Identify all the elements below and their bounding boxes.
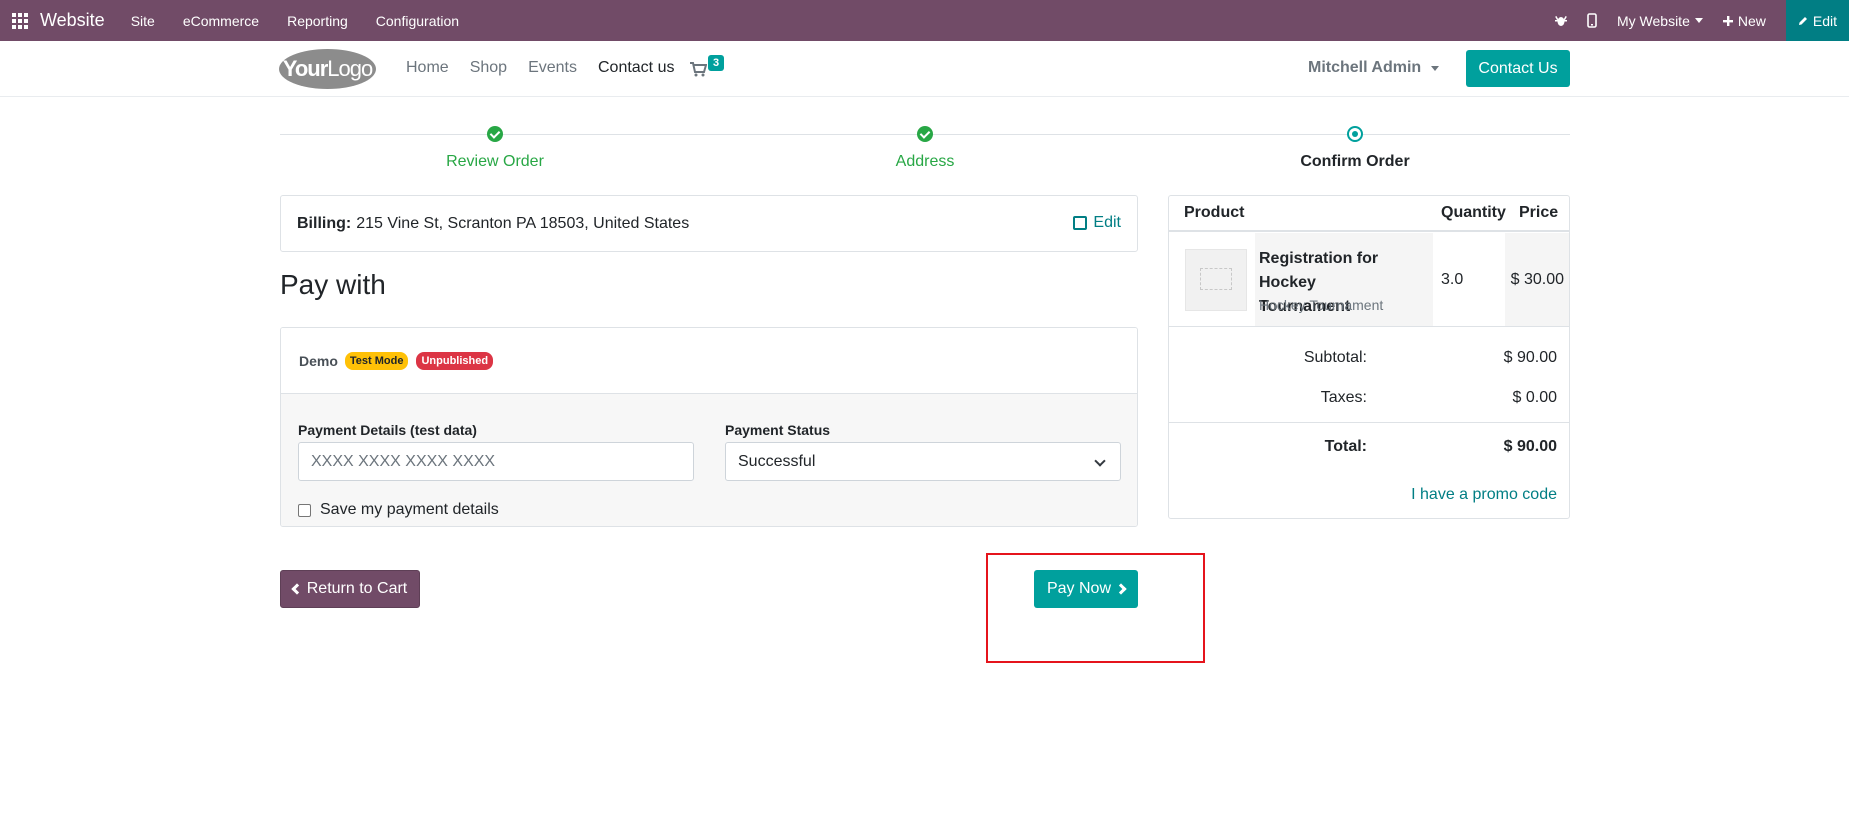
website-selector[interactable]: My Website xyxy=(1617,13,1703,29)
save-payment-row: Save my payment details xyxy=(298,501,499,519)
bug-icon xyxy=(1554,16,1567,26)
apps-menu-button[interactable] xyxy=(0,0,40,41)
step-review-order[interactable]: Review Order xyxy=(446,153,544,171)
product-image-placeholder xyxy=(1200,268,1232,290)
step-confirm-order: Confirm Order xyxy=(1300,153,1410,170)
subtotal-value: $ 90.00 xyxy=(1503,349,1557,366)
billing-address-card: Billing: 215 Vine St, Scranton PA 18503,… xyxy=(280,195,1138,252)
debug-bug-button[interactable] xyxy=(1554,14,1567,27)
payment-method-card: Demo Test Mode Unpublished Payment Detai… xyxy=(280,327,1138,527)
totals-divider xyxy=(1169,422,1569,423)
user-menu[interactable]: Mitchell Admin xyxy=(1308,59,1440,77)
mobile-icon xyxy=(1587,13,1597,28)
order-summary: Product Quantity Price Registration for … xyxy=(1168,195,1570,519)
step-check-icon xyxy=(487,126,503,142)
return-to-cart-button[interactable]: Return to Cart xyxy=(280,570,420,608)
payment-status-select[interactable]: Successful xyxy=(725,442,1121,481)
billing-address: 215 Vine St, Scranton PA 18503, United S… xyxy=(356,214,690,232)
menu-ecommerce[interactable]: eCommerce xyxy=(183,13,259,29)
plus-icon xyxy=(1722,15,1733,26)
payment-provider-row[interactable]: Demo Test Mode Unpublished xyxy=(281,328,1137,394)
pay-with-title: Pay with xyxy=(280,269,386,300)
nav-home[interactable]: Home xyxy=(406,59,449,77)
apps-grid-icon xyxy=(12,12,28,29)
menu-configuration[interactable]: Configuration xyxy=(376,13,459,29)
cart-button[interactable]: 3 xyxy=(690,55,730,79)
nav-contact-us[interactable]: Contact us xyxy=(598,59,674,77)
payment-details-label: Payment Details (test data) xyxy=(298,422,477,438)
company-logo[interactable]: Your Logo xyxy=(279,49,376,89)
contact-us-button[interactable]: Contact Us xyxy=(1466,50,1570,87)
payment-form: Payment Details (test data) XXXX XXXX XX… xyxy=(281,394,1137,526)
total-value: $ 90.00 xyxy=(1503,438,1557,455)
website-selector-label: My Website xyxy=(1616,12,1690,29)
admin-brand[interactable]: Website xyxy=(40,10,105,31)
shopping-cart-icon xyxy=(690,62,707,77)
return-to-cart-label: Return to Cart xyxy=(306,580,408,597)
product-quantity: 3.0 xyxy=(1441,271,1464,288)
test-mode-badge: Test Mode xyxy=(344,351,409,370)
unpublished-badge: Unpublished xyxy=(416,351,494,370)
edit-billing-link[interactable]: Edit xyxy=(1073,214,1121,232)
new-button-label: New xyxy=(1737,12,1766,29)
step-check-icon xyxy=(917,126,933,142)
subtotal-label: Subtotal: xyxy=(1303,349,1367,366)
step-address[interactable]: Address xyxy=(896,153,955,171)
payment-status-label: Payment Status xyxy=(725,422,831,438)
nav-events[interactable]: Events xyxy=(528,59,577,77)
col-price: Price xyxy=(1519,204,1559,221)
admin-top-bar: Website Site eCommerce Reporting Configu… xyxy=(0,0,1849,41)
user-name: Mitchell Admin xyxy=(1308,59,1422,76)
website-header: Your Logo Home Shop Events Contact us 3 M… xyxy=(0,41,1849,97)
nav-shop[interactable]: Shop xyxy=(470,59,507,77)
logo-text-rest: Logo xyxy=(327,56,373,81)
edit-website-button[interactable]: Edit xyxy=(1785,0,1849,41)
summary-header: Product Quantity Price xyxy=(1169,196,1569,232)
cart-count-badge: 3 xyxy=(708,55,725,71)
chevron-left-icon xyxy=(291,583,303,595)
new-button[interactable]: New xyxy=(1722,12,1766,29)
product-thumbnail xyxy=(1185,249,1247,311)
edit-billing-label: Edit xyxy=(1093,214,1121,231)
caret-down-icon xyxy=(1694,18,1703,23)
caret-down-icon xyxy=(1431,65,1440,71)
promo-code-link[interactable]: I have a promo code xyxy=(1411,486,1557,504)
product-price: $ 30.00 xyxy=(1510,271,1564,288)
main-nav: Home Shop Events Contact us xyxy=(406,59,695,77)
total-label: Total: xyxy=(1324,438,1367,455)
save-payment-checkbox[interactable] xyxy=(298,503,311,517)
mobile-preview-button[interactable] xyxy=(1587,13,1597,28)
col-product: Product xyxy=(1184,204,1245,221)
col-quantity: Quantity xyxy=(1441,204,1506,221)
menu-reporting[interactable]: Reporting xyxy=(287,13,348,29)
save-payment-label[interactable]: Save my payment details xyxy=(320,501,499,519)
taxes-label: Taxes: xyxy=(1320,389,1367,406)
edit-website-label: Edit xyxy=(1812,12,1837,29)
pencil-icon xyxy=(1798,16,1807,25)
payment-status-value: Successful xyxy=(738,452,816,470)
provider-name: Demo xyxy=(299,352,338,369)
taxes-value: $ 0.00 xyxy=(1512,389,1557,406)
product-subtitle: Hockey Tournament xyxy=(1259,297,1384,313)
logo-text-bold: Your xyxy=(282,56,328,81)
card-number-input[interactable]: XXXX XXXX XXXX XXXX xyxy=(298,442,694,481)
highlight-box xyxy=(986,553,1205,663)
edit-icon xyxy=(1073,216,1088,230)
chevron-down-icon xyxy=(1094,455,1106,467)
step-current-icon xyxy=(1347,126,1363,142)
menu-site[interactable]: Site xyxy=(131,13,155,29)
order-line: Registration for Hockey Tournament Hocke… xyxy=(1169,233,1569,327)
billing-label: Billing: xyxy=(297,214,352,232)
